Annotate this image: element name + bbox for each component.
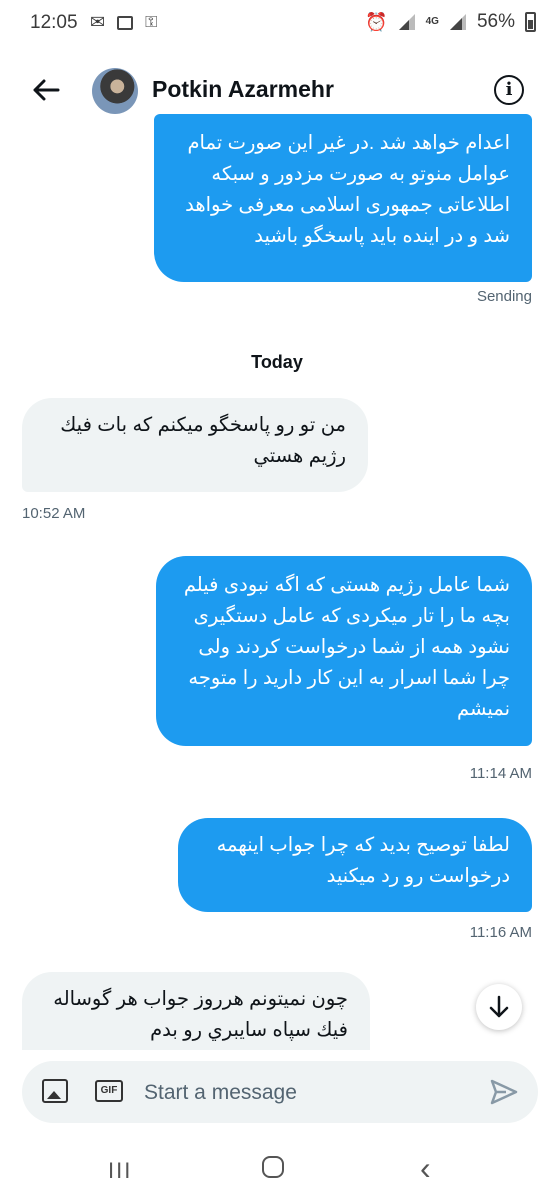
key-icon: ⚿ <box>145 13 158 31</box>
message-time: 10:52 AM <box>22 505 86 522</box>
contact-name[interactable]: Potkin Azarmehr <box>152 76 334 103</box>
recent-apps-button[interactable]: III <box>108 1158 132 1184</box>
avatar[interactable] <box>92 68 138 114</box>
conversation-header: Potkin Azarmehr i <box>0 58 554 122</box>
battery-icon <box>525 12 536 32</box>
gif-button[interactable]: GIF <box>95 1080 123 1102</box>
network-type: 4G <box>425 16 439 27</box>
home-icon[interactable] <box>262 1156 284 1178</box>
message-bubble-incoming[interactable]: چون نميتونم هرروز جواب هر گوساله فيك سپا… <box>22 972 370 1050</box>
signal-icon <box>398 14 415 30</box>
message-input[interactable] <box>142 1077 466 1109</box>
message-bubble-outgoing[interactable]: شما عامل رژیم هستی که اگه نبودی فیلم بچه… <box>156 556 532 746</box>
image-icon <box>117 15 134 30</box>
send-icon[interactable] <box>490 1079 518 1105</box>
day-separator: Today <box>251 352 303 372</box>
image-icon[interactable] <box>42 1079 68 1103</box>
message-composer: GIF <box>22 1061 538 1123</box>
message-bubble-outgoing[interactable]: لطفا توصیح بدید که چرا جواب اینهمه درخوا… <box>178 818 532 912</box>
message-time: 11:16 AM <box>469 924 532 941</box>
scroll-down-button[interactable] <box>476 984 522 1030</box>
status-time: 12:05 <box>30 12 78 33</box>
alarm-icon: ⏰ <box>365 11 388 32</box>
arrow-down-icon <box>489 995 509 1018</box>
system-nav-bar: III ‹ <box>0 1148 554 1188</box>
nav-back-button[interactable]: ‹ <box>420 1150 431 1187</box>
message-bubble-outgoing[interactable]: اعدام خواهد شد .در غیر این صورت تمام عوا… <box>154 114 532 282</box>
back-arrow-icon[interactable] <box>26 72 66 108</box>
mail-icon: ✉ <box>90 12 106 32</box>
message-bubble-incoming[interactable]: من تو رو پاسخگو ميكنم كه بات فيك رژيم هس… <box>22 398 368 492</box>
info-icon[interactable]: i <box>494 75 524 105</box>
message-time: 11:14 AM <box>469 765 532 782</box>
battery-percent: 56% <box>476 11 515 32</box>
status-bar: 12:05 ✉ ⚿ ⏰ 4G 56% <box>0 0 554 46</box>
message-status: Sending <box>476 288 532 305</box>
signal-icon <box>449 14 466 30</box>
